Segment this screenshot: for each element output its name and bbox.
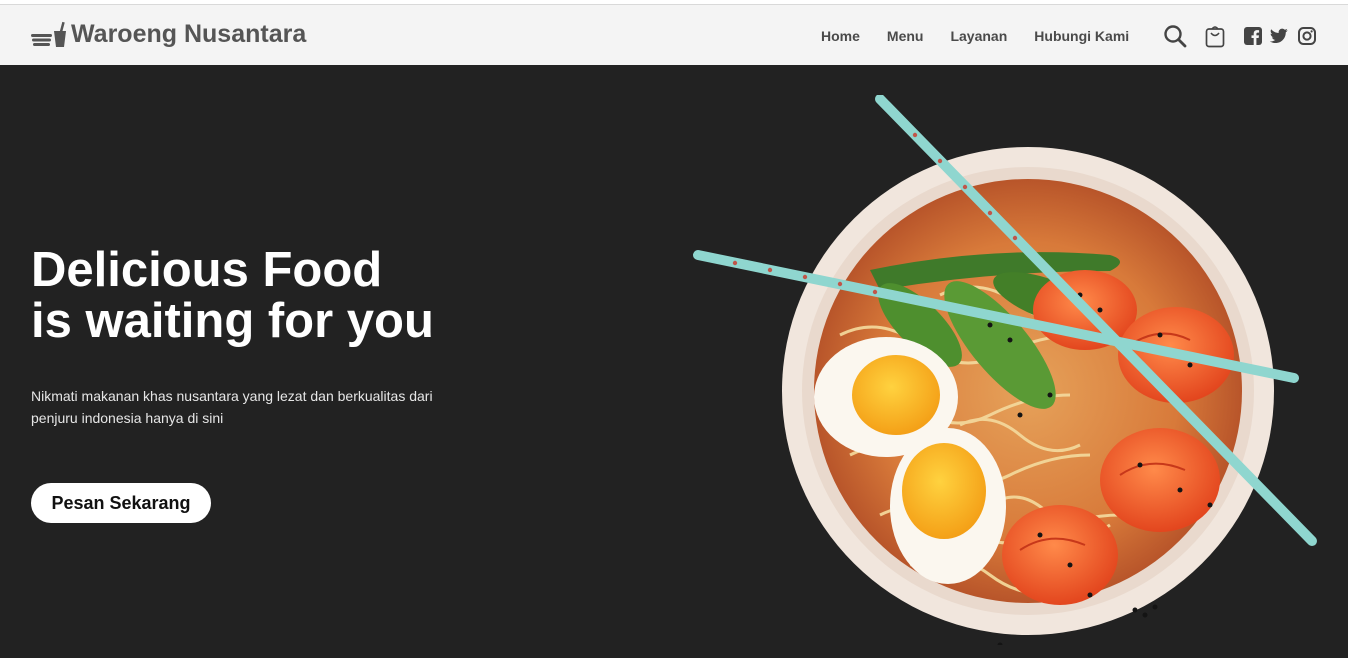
nav-menu[interactable]: Menu xyxy=(887,28,924,44)
order-now-button[interactable]: Pesan Sekarang xyxy=(31,483,211,523)
brand-name: Waroeng Nusantara xyxy=(71,20,307,48)
navbar: Waroeng Nusantara Home Menu Layanan Hubu… xyxy=(0,4,1348,65)
nav-icons xyxy=(1163,5,1316,66)
twitter-icon[interactable] xyxy=(1270,28,1288,44)
nav-hubungi-kami[interactable]: Hubungi Kami xyxy=(1034,28,1129,44)
brand[interactable]: Waroeng Nusantara xyxy=(31,19,306,49)
nav-layanan[interactable]: Layanan xyxy=(950,28,1007,44)
food-drink-logo-icon xyxy=(31,21,66,47)
main-nav: Home Menu Layanan Hubungi Kami xyxy=(821,5,1129,66)
hero-title-line-2: is waiting for you xyxy=(31,294,434,348)
shopping-bag-icon[interactable] xyxy=(1205,24,1225,48)
nav-home[interactable]: Home xyxy=(821,28,860,44)
hero-title-line-1: Delicious Food xyxy=(31,243,383,297)
instagram-icon[interactable] xyxy=(1298,26,1316,45)
facebook-icon[interactable] xyxy=(1244,26,1262,45)
search-icon[interactable] xyxy=(1163,24,1187,48)
hero-description: Nikmati makanan khas nusantara yang leza… xyxy=(31,388,433,426)
ramen-bowl-image xyxy=(693,95,1317,645)
hero-section: Delicious Food is waiting for you Nikmat… xyxy=(0,65,1348,658)
hero-title: Delicious Food is waiting for you xyxy=(31,245,591,347)
